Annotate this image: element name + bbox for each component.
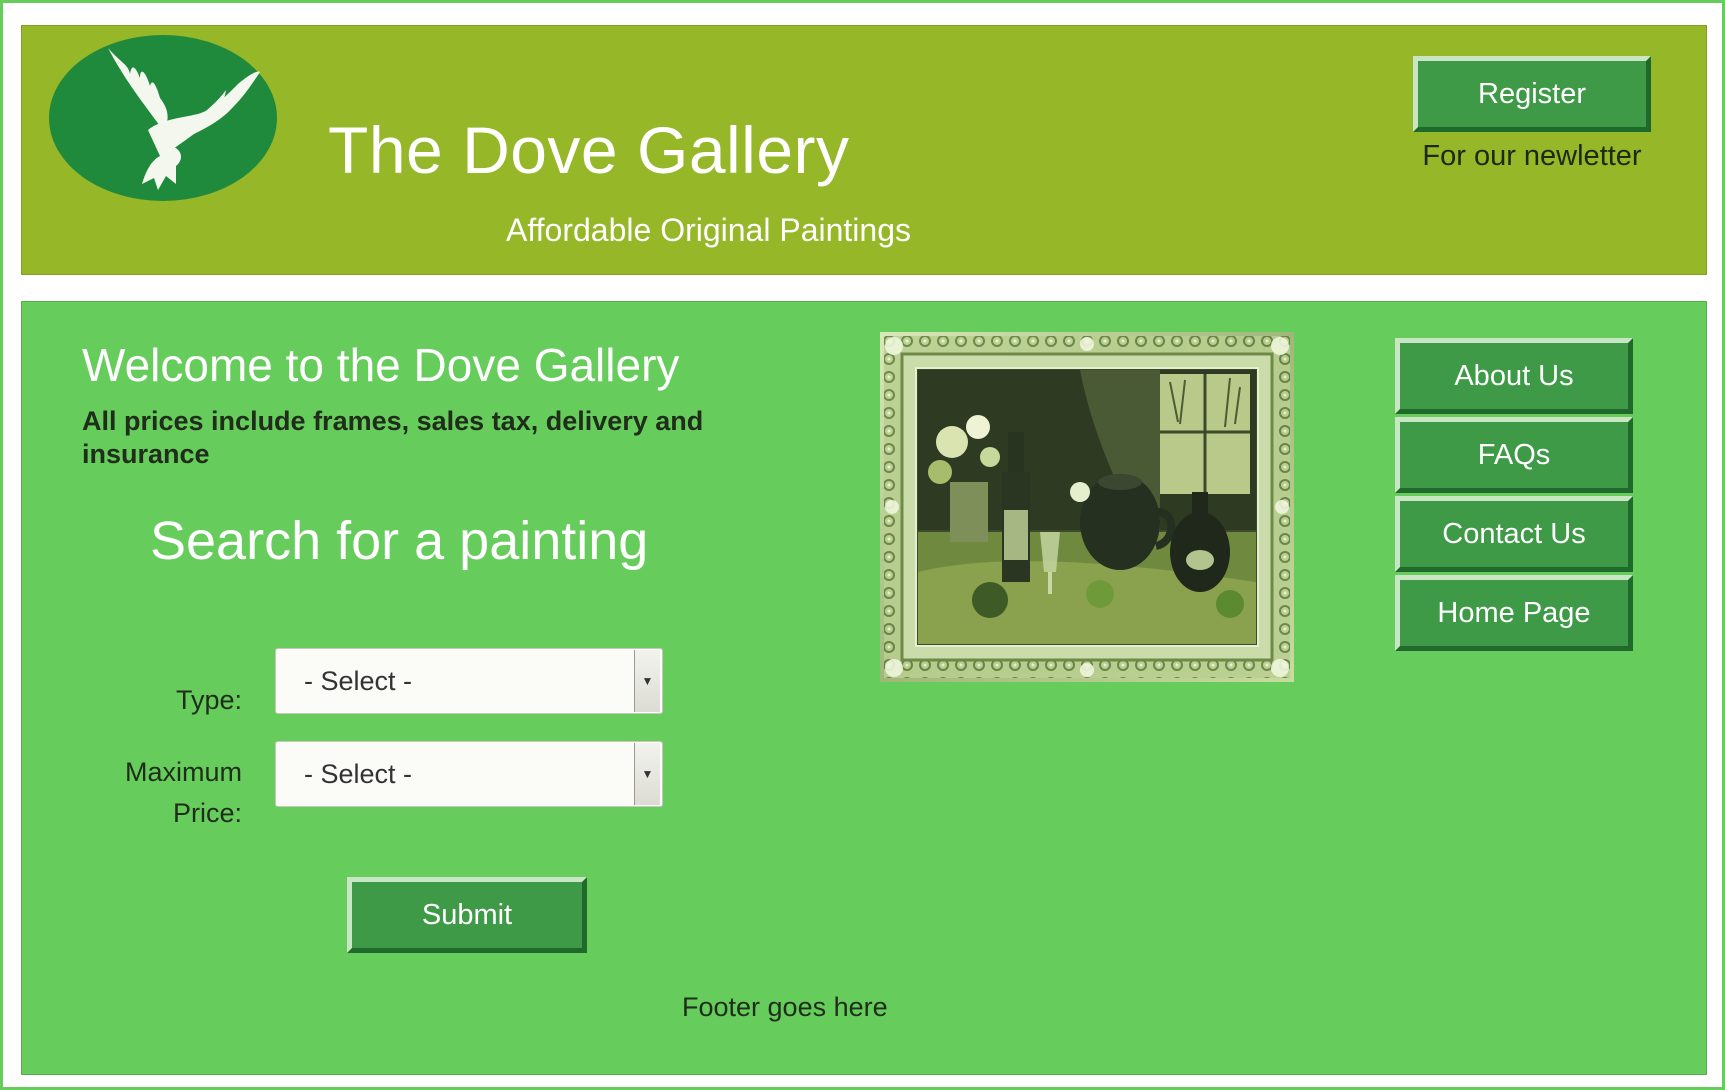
register-button[interactable]: Register bbox=[1413, 56, 1651, 132]
nav-about-us-button[interactable]: About Us bbox=[1395, 338, 1633, 414]
max-price-select[interactable]: - Select - ▼ bbox=[275, 741, 663, 807]
type-select[interactable]: - Select - ▼ bbox=[275, 648, 663, 714]
type-select-value: - Select - bbox=[304, 665, 413, 696]
dove-logo-icon[interactable] bbox=[48, 34, 278, 202]
nav-contact-us-button[interactable]: Contact Us bbox=[1395, 496, 1633, 572]
chevron-down-icon[interactable]: ▼ bbox=[634, 743, 660, 805]
max-price-select-value: - Select - bbox=[304, 758, 413, 789]
site-tagline: Affordable Original Paintings bbox=[506, 212, 911, 248]
pricing-note: All prices include frames, sales tax, de… bbox=[82, 406, 704, 469]
nav-faqs-button[interactable]: FAQs bbox=[1395, 417, 1633, 493]
max-price-label: Maximum Price: bbox=[124, 757, 242, 828]
register-caption: For our newletter bbox=[1422, 140, 1642, 172]
site-header: The Dove Gallery Affordable Original Pai… bbox=[21, 25, 1707, 275]
site-title: The Dove Gallery bbox=[328, 113, 850, 187]
search-heading: Search for a painting bbox=[150, 511, 649, 571]
nav-home-page-button[interactable]: Home Page bbox=[1395, 575, 1633, 651]
page-frame: The Dove Gallery Affordable Original Pai… bbox=[0, 0, 1725, 1090]
framed-painting-image bbox=[880, 332, 1294, 682]
main-content: Welcome to the Dove Gallery All prices i… bbox=[21, 301, 1707, 1075]
welcome-title: Welcome to the Dove Gallery bbox=[82, 339, 680, 391]
footer-text: Footer goes here bbox=[682, 992, 888, 1022]
submit-button[interactable]: Submit bbox=[347, 877, 587, 953]
type-label: Type: bbox=[175, 685, 242, 715]
chevron-down-icon[interactable]: ▼ bbox=[634, 650, 660, 712]
